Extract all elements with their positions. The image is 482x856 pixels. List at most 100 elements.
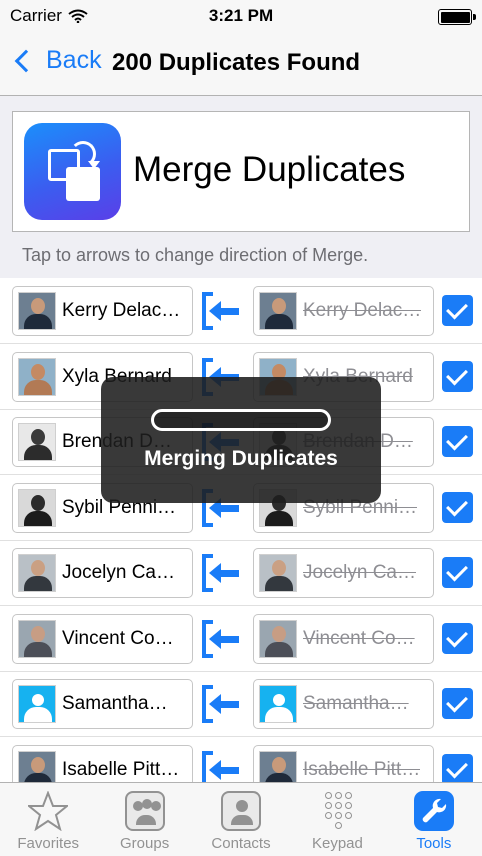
- duplicates-list[interactable]: Kerry Delac… Kerry Delac… Xyla Bernard Xyla…: [0, 278, 482, 782]
- merge-checkbox[interactable]: [442, 360, 473, 392]
- merge-checkbox[interactable]: [442, 491, 473, 523]
- tab-favorites[interactable]: Favorites: [0, 783, 96, 856]
- keypad-icon: [317, 791, 357, 831]
- list-item: Jocelyn Ca… Jocelyn Ca…: [0, 540, 482, 606]
- tab-tools[interactable]: Tools: [386, 783, 482, 856]
- avatar-head: [272, 298, 286, 314]
- avatar: [259, 554, 297, 592]
- battery-level: [440, 11, 470, 23]
- progress-bar: [151, 409, 331, 431]
- avatar: [18, 619, 56, 658]
- merging-progress-hud: Merging Duplicates: [101, 377, 381, 503]
- merge-icon-arrowhead: [88, 161, 100, 169]
- right-contact-card[interactable]: Isabelle Pitt…: [253, 744, 434, 782]
- battery-icon: [438, 9, 476, 25]
- tab-label: Tools: [416, 835, 452, 852]
- tab-bar: Favorites Groups Contacts Keypad Tools: [0, 782, 482, 856]
- left-contact-name: Kerry Delac…: [62, 300, 181, 321]
- avatar-body: [24, 379, 52, 395]
- keypad-key: [345, 812, 353, 819]
- avatar: [259, 750, 297, 782]
- merge-direction-arrow-icon[interactable]: [199, 749, 243, 782]
- groups-icon-head: [150, 801, 161, 811]
- avatar-body: [265, 314, 293, 329]
- avatar-body: [265, 510, 293, 526]
- list-item: Kerry Delac… Kerry Delac…: [0, 278, 482, 344]
- avatar-head: [271, 692, 287, 708]
- merge-checkbox[interactable]: [442, 753, 473, 782]
- groups-icon-glyph: [124, 791, 165, 831]
- avatar-body: [24, 576, 52, 591]
- avatar-head: [31, 756, 45, 773]
- left-contact-name: Jocelyn Ca…: [62, 562, 175, 583]
- merge-direction-arrow-icon[interactable]: [199, 618, 243, 660]
- list-item: Vincent Co… Vincent Co…: [0, 606, 482, 672]
- hint-text: Tap to arrows to change direction of Mer…: [22, 245, 369, 265]
- avatar-body: [24, 445, 52, 460]
- tab-label: Keypad: [311, 835, 363, 852]
- merge-header-card: Merge Duplicates: [12, 111, 470, 232]
- clock: 3:21 PM: [208, 6, 274, 25]
- avatar-head: [272, 625, 286, 642]
- arrow-shaft: [219, 701, 239, 708]
- left-contact-card[interactable]: Isabelle Pitt…: [12, 744, 193, 782]
- merge-icon-front-square: [66, 167, 100, 201]
- avatar-head: [31, 625, 45, 642]
- back-button[interactable]: Back: [12, 46, 102, 75]
- contacts-icon: [221, 791, 262, 831]
- right-contact-card[interactable]: Jocelyn Ca…: [253, 548, 434, 598]
- keypad-key: [335, 812, 343, 819]
- arrow-shaft: [219, 570, 239, 577]
- merge-checkbox[interactable]: [442, 557, 473, 588]
- keypad-key: [345, 802, 353, 809]
- avatar-body: [265, 576, 293, 591]
- wrench-icon-glyph: [413, 791, 454, 831]
- right-contact-card[interactable]: Samantha…: [253, 679, 434, 729]
- navigation-bar: Back 200 Duplicates Found: [0, 32, 482, 96]
- contacts-icon-glyph: [221, 791, 262, 831]
- screen: Carrier 3:21 PM Back 200 Duplicates Foun…: [0, 0, 482, 856]
- list-item: Isabelle Pitt… Isabelle Pitt…: [0, 737, 482, 782]
- left-contact-card[interactable]: Vincent Co…: [12, 613, 193, 664]
- tab-keypad[interactable]: Keypad: [289, 783, 385, 856]
- keypad-key: [325, 802, 333, 809]
- right-contact-card[interactable]: Vincent Co…: [253, 613, 434, 664]
- arrow-shaft: [219, 308, 239, 315]
- merge-direction-arrow-icon[interactable]: [199, 683, 243, 725]
- merge-checkbox[interactable]: [442, 426, 473, 457]
- merge-checkbox[interactable]: [442, 295, 473, 326]
- right-contact-name: Vincent Co…: [303, 627, 415, 649]
- right-contact-name: Samantha…: [303, 693, 409, 714]
- right-contact-name: Jocelyn Ca…: [303, 562, 416, 583]
- groups-icon: [124, 791, 165, 831]
- page-title: 200 Duplicates Found: [112, 49, 361, 76]
- arrow-shaft: [219, 635, 239, 643]
- tab-label: Contacts: [211, 835, 271, 852]
- avatar-body: [265, 772, 293, 782]
- right-contact-card[interactable]: Kerry Delac…: [253, 286, 434, 336]
- avatar: [18, 554, 56, 592]
- avatar-body: [265, 641, 293, 657]
- chevron-left-icon: [14, 49, 38, 72]
- merge-checkbox[interactable]: [442, 688, 473, 719]
- wrench-icon: [413, 791, 454, 831]
- left-contact-card[interactable]: Kerry Delac…: [12, 286, 193, 336]
- back-label: Back: [46, 46, 102, 74]
- hud-label: Merging Duplicates: [144, 447, 338, 470]
- left-contact-card[interactable]: Samantha…: [12, 679, 193, 729]
- avatar: [259, 619, 297, 658]
- merge-direction-arrow-icon[interactable]: [199, 552, 243, 594]
- avatar-head: [31, 363, 45, 380]
- avatar-head: [31, 494, 45, 511]
- avatar-head: [272, 560, 286, 576]
- keypad-key: [325, 792, 333, 799]
- merge-direction-arrow-icon[interactable]: [199, 290, 243, 332]
- left-contact-card[interactable]: Jocelyn Ca…: [12, 548, 193, 598]
- tab-contacts[interactable]: Contacts: [193, 783, 289, 856]
- avatar-body: [24, 314, 52, 329]
- tab-groups[interactable]: Groups: [96, 783, 192, 856]
- default-avatar-icon: [259, 685, 297, 723]
- merge-checkbox[interactable]: [442, 622, 473, 654]
- contacts-icon-head: [236, 800, 249, 812]
- groups-icon-body: [135, 815, 156, 825]
